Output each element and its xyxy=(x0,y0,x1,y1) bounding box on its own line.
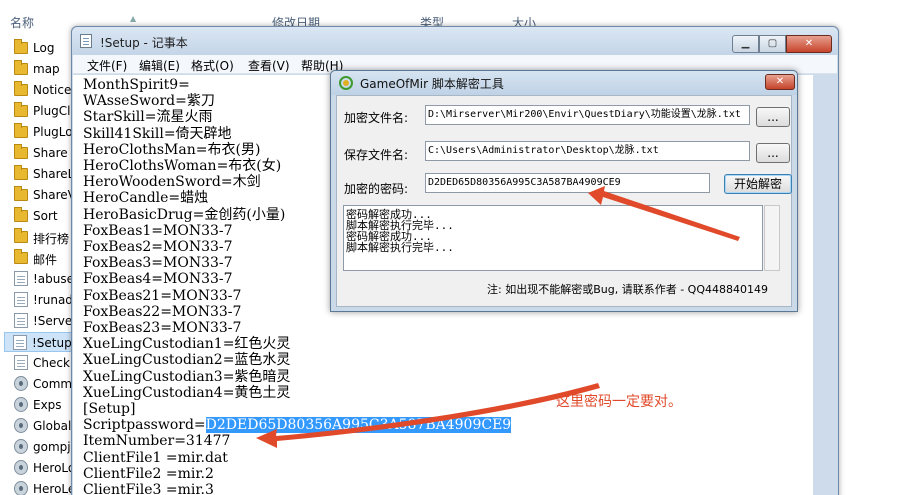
annotation-arrows xyxy=(256,186,740,448)
arrow-to-script-password xyxy=(256,383,600,448)
annotation-note: 这里密码一定要对。 xyxy=(556,394,682,410)
arrow-to-dialog-password xyxy=(588,186,740,241)
